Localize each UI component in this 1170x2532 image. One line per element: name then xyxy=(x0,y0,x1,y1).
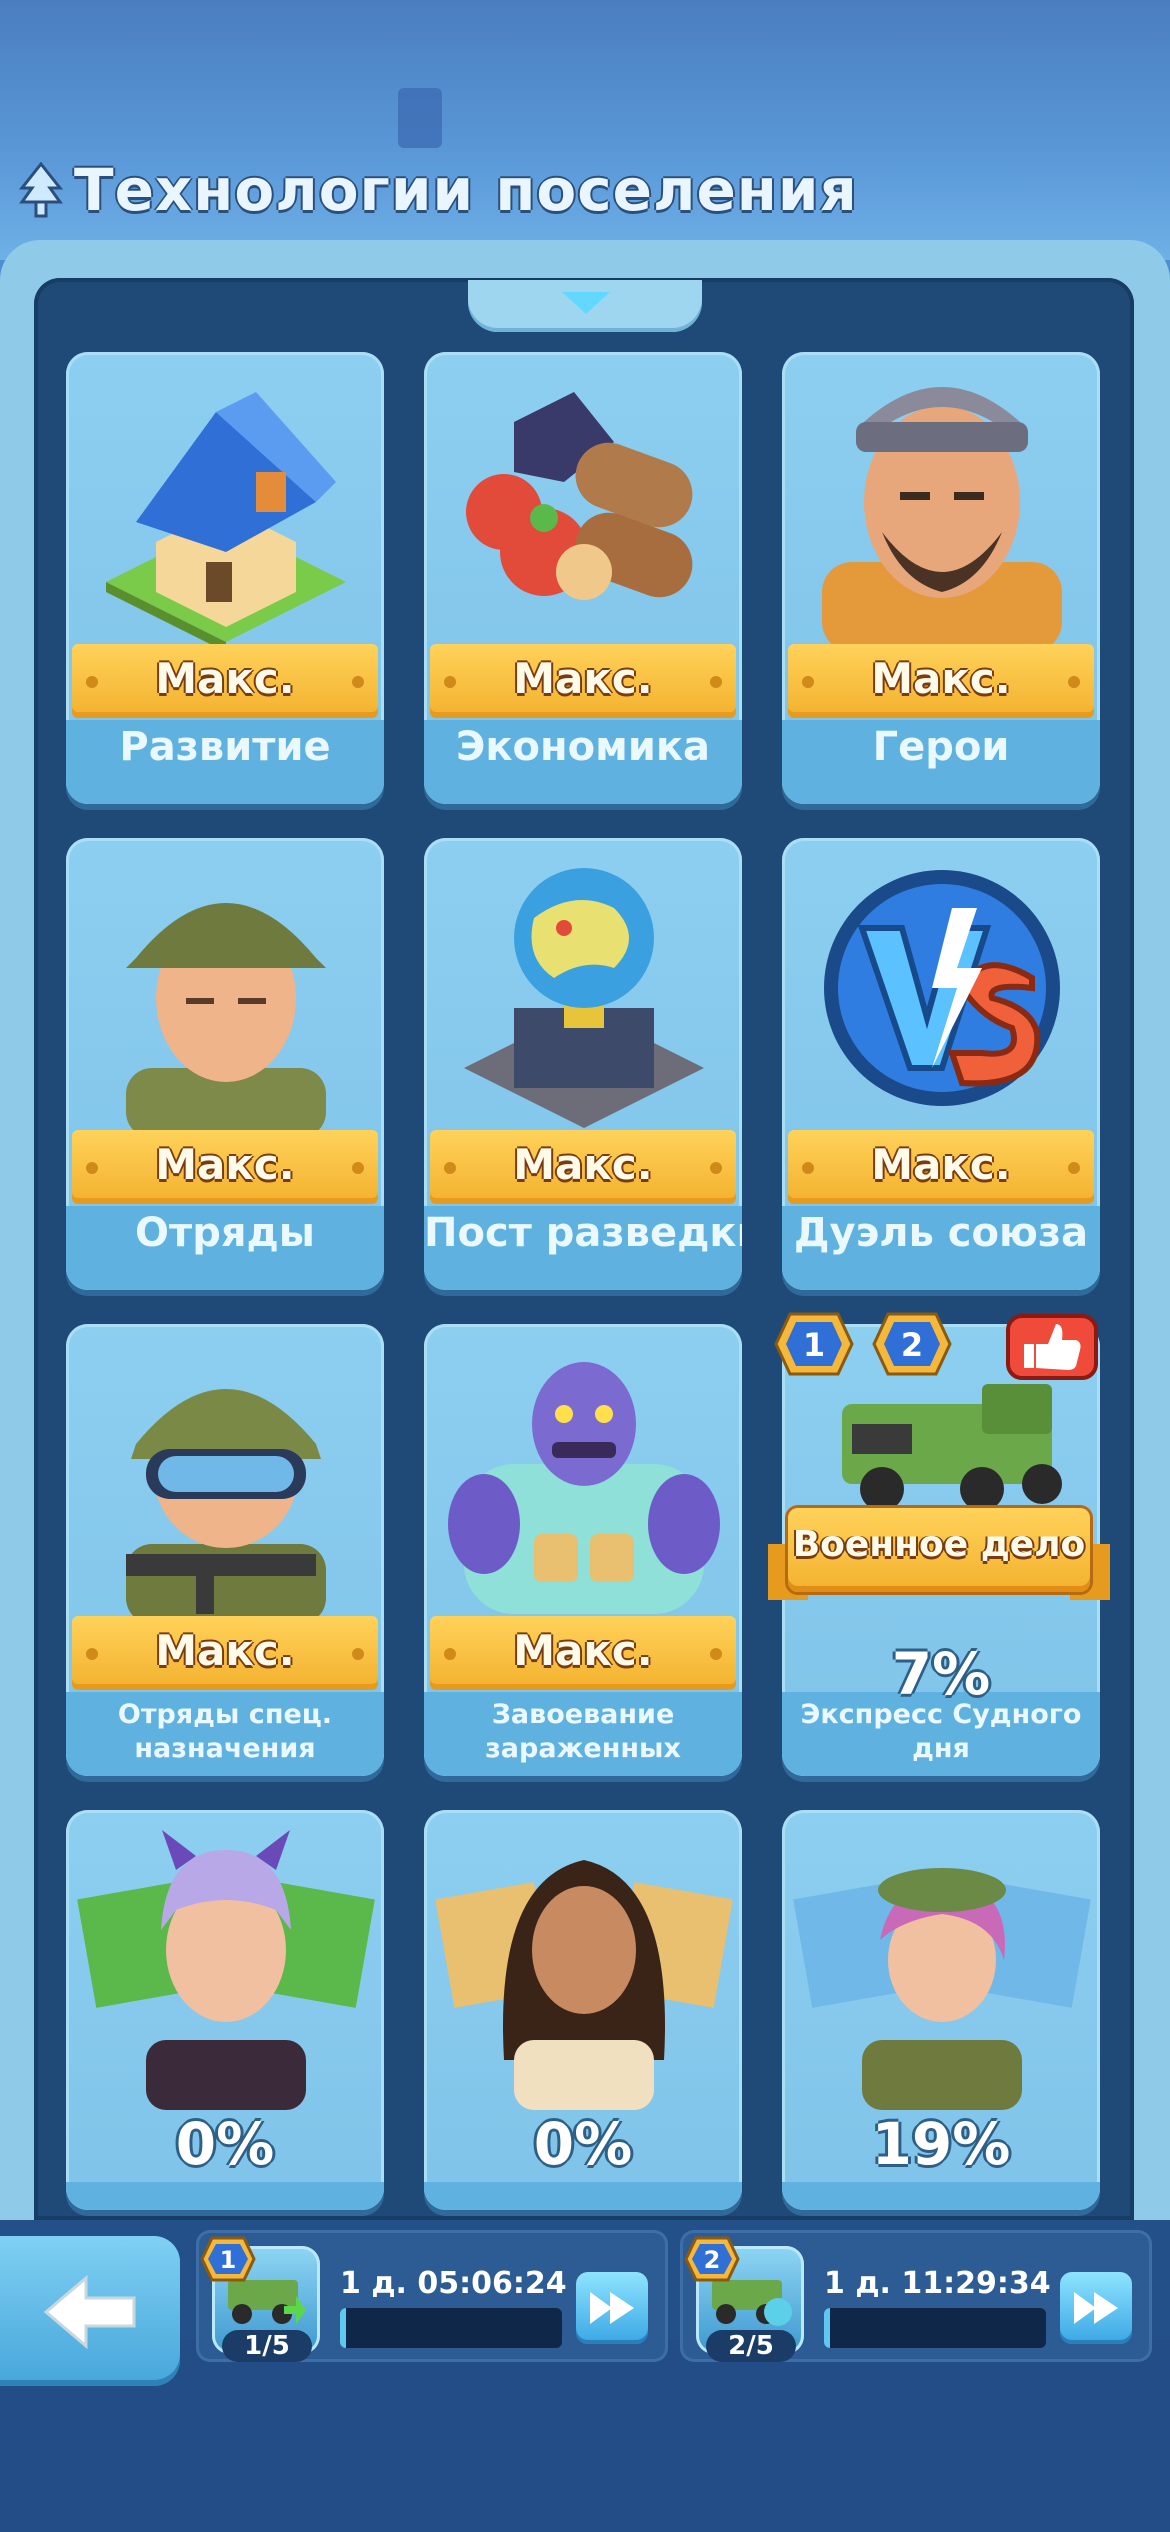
tech-card-heroes[interactable]: Макс. Герои xyxy=(782,352,1100,804)
tech-card-squads[interactable]: Макс. Отряды xyxy=(66,838,384,1290)
soldier-icon xyxy=(126,903,326,1138)
max-banner: Макс. xyxy=(788,1130,1094,1206)
max-banner: Макс. xyxy=(430,1616,736,1692)
svg-text:1: 1 xyxy=(220,2246,237,2274)
tech-card-special-forces[interactable]: Макс. Отряды спец. назначения xyxy=(66,1324,384,1776)
card-title: Отряды спец. назначения xyxy=(117,1699,333,1764)
back-button[interactable] xyxy=(0,2236,180,2386)
background-decor xyxy=(398,88,442,148)
max-banner: Макс. xyxy=(430,1130,736,1206)
queue-progress-bar xyxy=(340,2308,562,2348)
fast-forward-icon xyxy=(1074,2292,1118,2324)
max-banner: Макс. xyxy=(430,644,736,720)
queue-count: 1/5 xyxy=(222,2330,312,2362)
card-title: Герои xyxy=(872,724,1010,770)
speedup-button[interactable] xyxy=(576,2272,648,2344)
research-queue-slot-1[interactable]: 1 1/5 1 д. 05:06:24 xyxy=(196,2230,668,2362)
page-title: Технологии поселения xyxy=(18,150,858,230)
versus-icon xyxy=(824,870,1060,1106)
tech-card-alliance-duel[interactable]: Макс. Дуэль союза xyxy=(782,838,1100,1290)
queue-slot-badge: 2 xyxy=(684,2236,740,2282)
svg-text:1: 1 xyxy=(803,1326,825,1364)
speedup-button[interactable] xyxy=(1060,2272,1132,2344)
page-title-text: Технологии поселения xyxy=(74,156,858,224)
level-badge-1: 1 xyxy=(774,1312,854,1376)
tech-card-12[interactable]: 19% xyxy=(782,1810,1100,2210)
progress-percent: 0% xyxy=(533,2110,633,2178)
progress-percent: 0% xyxy=(175,2110,275,2178)
card-title: Экспресс Судного дня xyxy=(800,1699,1082,1764)
thumbs-up-icon[interactable] xyxy=(1006,1310,1098,1382)
hero-girl-gold-icon xyxy=(435,1860,733,2110)
card-title: Пост разведки xyxy=(424,1210,742,1256)
tech-card-economy[interactable]: Макс. Экономика xyxy=(424,352,742,804)
max-banner: Макс. xyxy=(788,644,1094,720)
queue-slot-badge: 1 xyxy=(200,2236,256,2282)
zombie-icon xyxy=(448,1362,720,1614)
globe-station-icon xyxy=(464,868,704,1128)
tech-card-infected-conquest[interactable]: Макс. Завоевание зараженных xyxy=(424,1324,742,1776)
tech-card-10[interactable]: 0% xyxy=(66,1810,384,2210)
house-icon xyxy=(106,392,346,652)
queue-timer: 1 д. 11:29:34 xyxy=(824,2266,1051,2301)
card-title: Экономика xyxy=(456,724,710,770)
back-arrow-icon xyxy=(43,2274,136,2350)
hero-portrait-icon xyxy=(822,387,1062,652)
queue-progress-bar xyxy=(824,2308,1046,2348)
card-title: Дуэль союза xyxy=(793,1210,1089,1256)
fast-forward-icon xyxy=(590,2292,634,2324)
max-banner: Макс. xyxy=(72,644,378,720)
max-banner: Макс. xyxy=(72,1616,378,1692)
tree-icon xyxy=(18,162,64,218)
hero-girl-green-icon xyxy=(77,1830,375,2110)
svg-text:2: 2 xyxy=(901,1326,923,1364)
svg-text:2: 2 xyxy=(704,2246,721,2274)
military-affairs-banner: Военное дело xyxy=(768,1508,1110,1608)
special-forces-soldier-icon xyxy=(126,1389,326,1624)
card-title: Развитие xyxy=(119,724,331,770)
research-queue-slot-2[interactable]: 2 2/5 1 д. 11:29:34 xyxy=(680,2230,1152,2362)
level-badge-2: 2 xyxy=(872,1312,952,1376)
hero-girl-blue-icon xyxy=(793,1868,1091,2110)
max-banner: Макс. xyxy=(72,1130,378,1206)
collapse-tab[interactable] xyxy=(468,280,702,332)
progress-percent: 19% xyxy=(871,2110,1011,2178)
tech-card-11[interactable]: 0% xyxy=(424,1810,742,2210)
resources-icon xyxy=(466,392,693,600)
tech-card-recon-post[interactable]: Макс. Пост разведки xyxy=(424,838,742,1290)
card-title: Отряды xyxy=(135,1210,315,1256)
queue-timer: 1 д. 05:06:24 xyxy=(340,2266,567,2301)
chevron-down-icon xyxy=(562,292,610,314)
tech-card-development[interactable]: Макс. Развитие xyxy=(66,352,384,804)
card-title: Завоевание зараженных xyxy=(485,1699,681,1764)
queue-count: 2/5 xyxy=(706,2330,796,2362)
